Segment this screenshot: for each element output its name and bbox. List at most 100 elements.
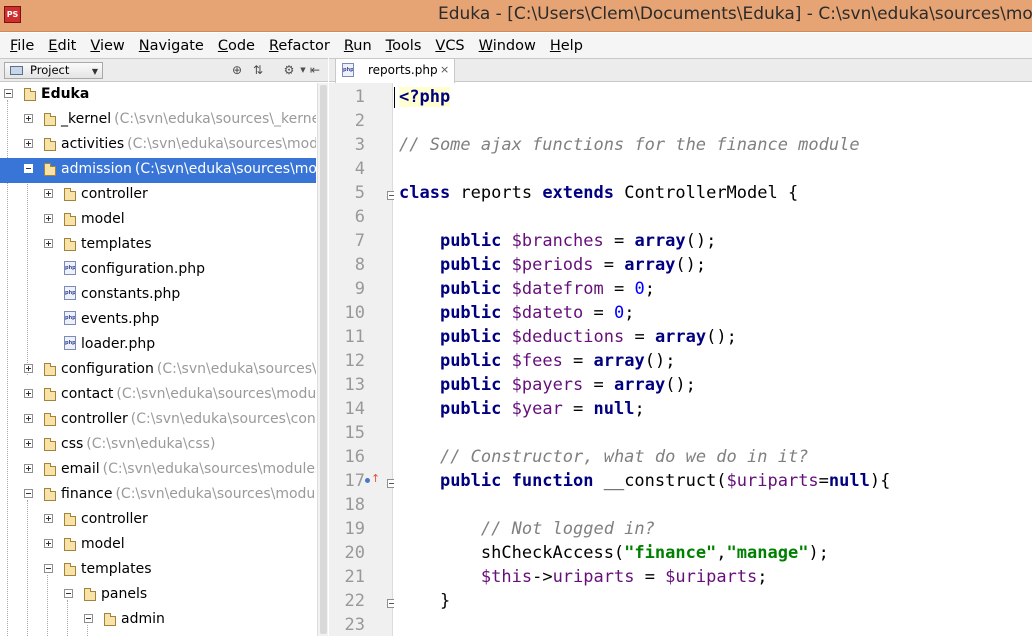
tree-folder-controller[interactable]: controller	[0, 183, 316, 208]
collapse-toggle-icon[interactable]	[24, 164, 33, 173]
php-file-icon: php	[64, 261, 76, 275]
code-token: $uriparts	[665, 567, 758, 587]
tree-folder-model[interactable]: model	[0, 533, 316, 558]
expand-toggle-icon[interactable]	[24, 389, 33, 398]
title-bar[interactable]: PS Eduka - [C:\Users\Clem\Documents\Eduk…	[0, 0, 1032, 32]
menu-view[interactable]: View	[83, 38, 131, 54]
hide-panel-icon[interactable]: ⇤	[307, 62, 323, 78]
tree-file-configuration-php[interactable]: php configuration.php	[0, 258, 316, 283]
code-line[interactable]: public $dateto = 0;	[399, 303, 635, 323]
project-tree[interactable]: Eduka _kernel (C:\svn\eduka\sources\_kerne…	[0, 83, 316, 636]
code-line[interactable]: shCheckAccess("finance","manage");	[399, 543, 829, 563]
tree-item-name: model	[81, 536, 125, 552]
expand-toggle-icon[interactable]	[24, 439, 33, 448]
collapse-toggle-icon[interactable]	[64, 589, 73, 598]
tree-item-name: contact	[61, 386, 114, 402]
tree-folder-finance[interactable]: finance (C:\svn\eduka\sources\module	[0, 483, 316, 508]
tree-folder-admission[interactable]: admission (C:\svn\eduka\sources\modu	[0, 158, 316, 183]
expand-toggle-icon[interactable]	[44, 539, 53, 548]
menu-file[interactable]: File	[3, 38, 41, 54]
code-line[interactable]: class reports extends ControllerModel {	[399, 183, 798, 203]
code-token: public function	[439, 471, 594, 491]
expand-toggle-icon[interactable]	[44, 514, 53, 523]
tree-file-events-php[interactable]: php events.php	[0, 308, 316, 333]
tree-item-path: (C:\svn\eduka\sources\m	[156, 361, 316, 377]
menu-window[interactable]: Window	[472, 38, 543, 54]
code-line[interactable]: // Constructor, what do we do in it?	[399, 447, 808, 467]
tree-item-name: panels	[101, 586, 148, 602]
tree-file-constants-php[interactable]: php constants.php	[0, 283, 316, 308]
tree-folder-admin[interactable]: admin	[0, 608, 316, 633]
expand-toggle-icon[interactable]	[24, 414, 33, 423]
tree-folder-panels[interactable]: panels	[0, 583, 316, 608]
tree-folder-configuration[interactable]: configuration (C:\svn\eduka\sources\m	[0, 358, 316, 383]
collapse-toggle-icon[interactable]	[24, 489, 33, 498]
code-editor[interactable]: <?php // Some ajax functions for the fina…	[394, 83, 1032, 636]
code-line[interactable]: // Some ajax functions for the finance m…	[399, 135, 860, 155]
code-token: public	[439, 327, 502, 347]
tree-file-loader-php[interactable]: php loader.php	[0, 333, 316, 358]
tree-item-label: Eduka	[41, 86, 89, 102]
code-line[interactable]: }	[399, 591, 450, 611]
code-line[interactable]: $this->uriparts = $uriparts;	[399, 567, 768, 587]
menu-refactor[interactable]: Refactor	[262, 38, 337, 54]
code-line[interactable]: public $deductions = array();	[399, 327, 737, 347]
expand-toggle-icon[interactable]	[24, 364, 33, 373]
tree-folder-model[interactable]: model	[0, 208, 316, 233]
collapse-all-icon[interactable]: ⇅	[250, 62, 266, 78]
close-tab-icon[interactable]: ×	[440, 63, 449, 76]
folder-icon	[44, 438, 56, 451]
collapse-toggle-icon[interactable]	[4, 89, 13, 98]
tree-folder-eduka[interactable]: Eduka	[0, 83, 316, 108]
expand-toggle-icon[interactable]	[44, 239, 53, 248]
expand-toggle-icon[interactable]	[44, 214, 53, 223]
menu-help[interactable]: Help	[543, 38, 590, 54]
tree-folder-controller[interactable]: controller (C:\svn\eduka\sources\contr	[0, 408, 316, 433]
tree-folder-css[interactable]: css (C:\svn\eduka\css)	[0, 433, 316, 458]
menu-run[interactable]: Run	[337, 38, 379, 54]
tree-folder-contact[interactable]: contact (C:\svn\eduka\sources\module	[0, 383, 316, 408]
line-number: 9	[354, 279, 365, 299]
code-line[interactable]: public $year = null;	[399, 399, 645, 419]
tree-folder-templates[interactable]: templates	[0, 558, 316, 583]
code-line[interactable]: public $datefrom = 0;	[399, 279, 655, 299]
menu-vcs[interactable]: VCS	[428, 38, 471, 54]
code-line[interactable]: public function __construct($uriparts=nu…	[399, 471, 890, 491]
code-line[interactable]: public $payers = array();	[399, 375, 696, 395]
project-view-selector[interactable]: Project ▼	[4, 62, 103, 79]
tree-folder-templates[interactable]: templates	[0, 233, 316, 258]
menu-edit[interactable]: Edit	[41, 38, 83, 54]
expand-toggle-icon[interactable]	[24, 139, 33, 148]
menu-tools[interactable]: Tools	[379, 38, 429, 54]
tree-folder-kernel[interactable]: _kernel (C:\svn\eduka\sources\_kernel)	[0, 108, 316, 133]
collapse-toggle-icon[interactable]	[44, 564, 53, 573]
tree-item-label: contact (C:\svn\eduka\sources\module	[61, 386, 316, 402]
folder-icon	[44, 388, 56, 401]
scroll-from-source-icon[interactable]: ⊕	[229, 62, 245, 78]
code-line[interactable]: public $fees = array();	[399, 351, 675, 371]
project-tree-scrollbar[interactable]	[317, 83, 328, 636]
code-line[interactable]: public $periods = array();	[399, 255, 706, 275]
expand-toggle-icon[interactable]	[44, 189, 53, 198]
expand-toggle-icon[interactable]	[24, 464, 33, 473]
window-title: Eduka - [C:\Users\Clem\Documents\Eduka] …	[438, 4, 1032, 24]
line-number: 2	[354, 111, 365, 131]
phpstorm-app-icon[interactable]: PS	[4, 6, 21, 23]
collapse-toggle-icon[interactable]	[84, 614, 93, 623]
code-line[interactable]: <?php	[399, 87, 451, 107]
tree-folder-email[interactable]: email (C:\svn\eduka\sources\modules\	[0, 458, 316, 483]
editor-gutter[interactable]: 1 2 3 4 5 6 7 8 9 10 11 12 13 14 15 16 17 ↑ 18 19 20 21 22 23	[329, 83, 396, 636]
tree-folder-activities[interactable]: activities (C:\svn\eduka\sources\modul	[0, 133, 316, 158]
tree-folder-controller[interactable]: controller	[0, 508, 316, 533]
scrollbar-thumb[interactable]	[320, 85, 327, 634]
line-number: 10	[344, 303, 365, 323]
menu-navigate[interactable]: Navigate	[132, 38, 211, 54]
code-line[interactable]: // Not logged in?	[399, 519, 655, 539]
overrides-method-icon[interactable]: ↑	[364, 472, 380, 485]
code-line[interactable]: public $branches = array();	[399, 231, 716, 251]
menu-code[interactable]: Code	[211, 38, 262, 54]
expand-toggle-icon[interactable]	[24, 114, 33, 123]
tab-reports-php[interactable]: php reports.php ×	[335, 59, 455, 83]
